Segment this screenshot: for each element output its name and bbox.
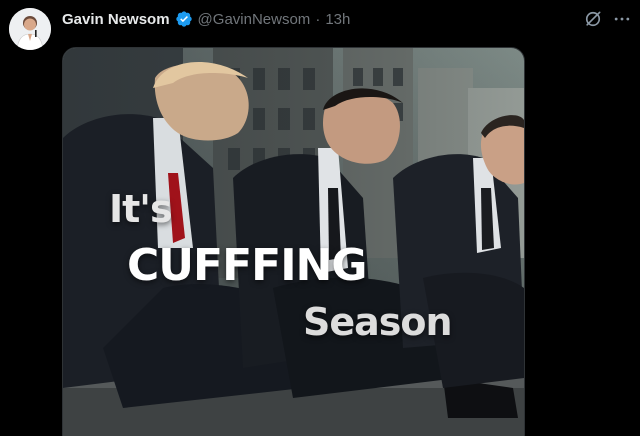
more-options-icon[interactable]: [611, 8, 633, 30]
avatar[interactable]: [9, 8, 51, 50]
overlay-text-line3: Season: [303, 300, 453, 344]
tweet-header: Gavin Newsom @GavinNewsom · 13h: [62, 8, 350, 30]
author-handle[interactable]: @GavinNewsom: [198, 11, 311, 28]
separator-dot: ·: [315, 10, 321, 28]
author-name[interactable]: Gavin Newsom: [62, 11, 170, 28]
grok-icon[interactable]: [582, 8, 604, 30]
timestamp[interactable]: 13h: [325, 11, 350, 28]
overlay-text-line2: CUFFFING: [127, 240, 367, 291]
verified-badge-icon: [175, 10, 193, 28]
post-media-image[interactable]: It's CUFFFING Season: [62, 47, 525, 436]
overlay-text-line1: It's: [109, 187, 173, 231]
tweet: Gavin Newsom @GavinNewsom · 13h It's CUF…: [0, 0, 640, 436]
